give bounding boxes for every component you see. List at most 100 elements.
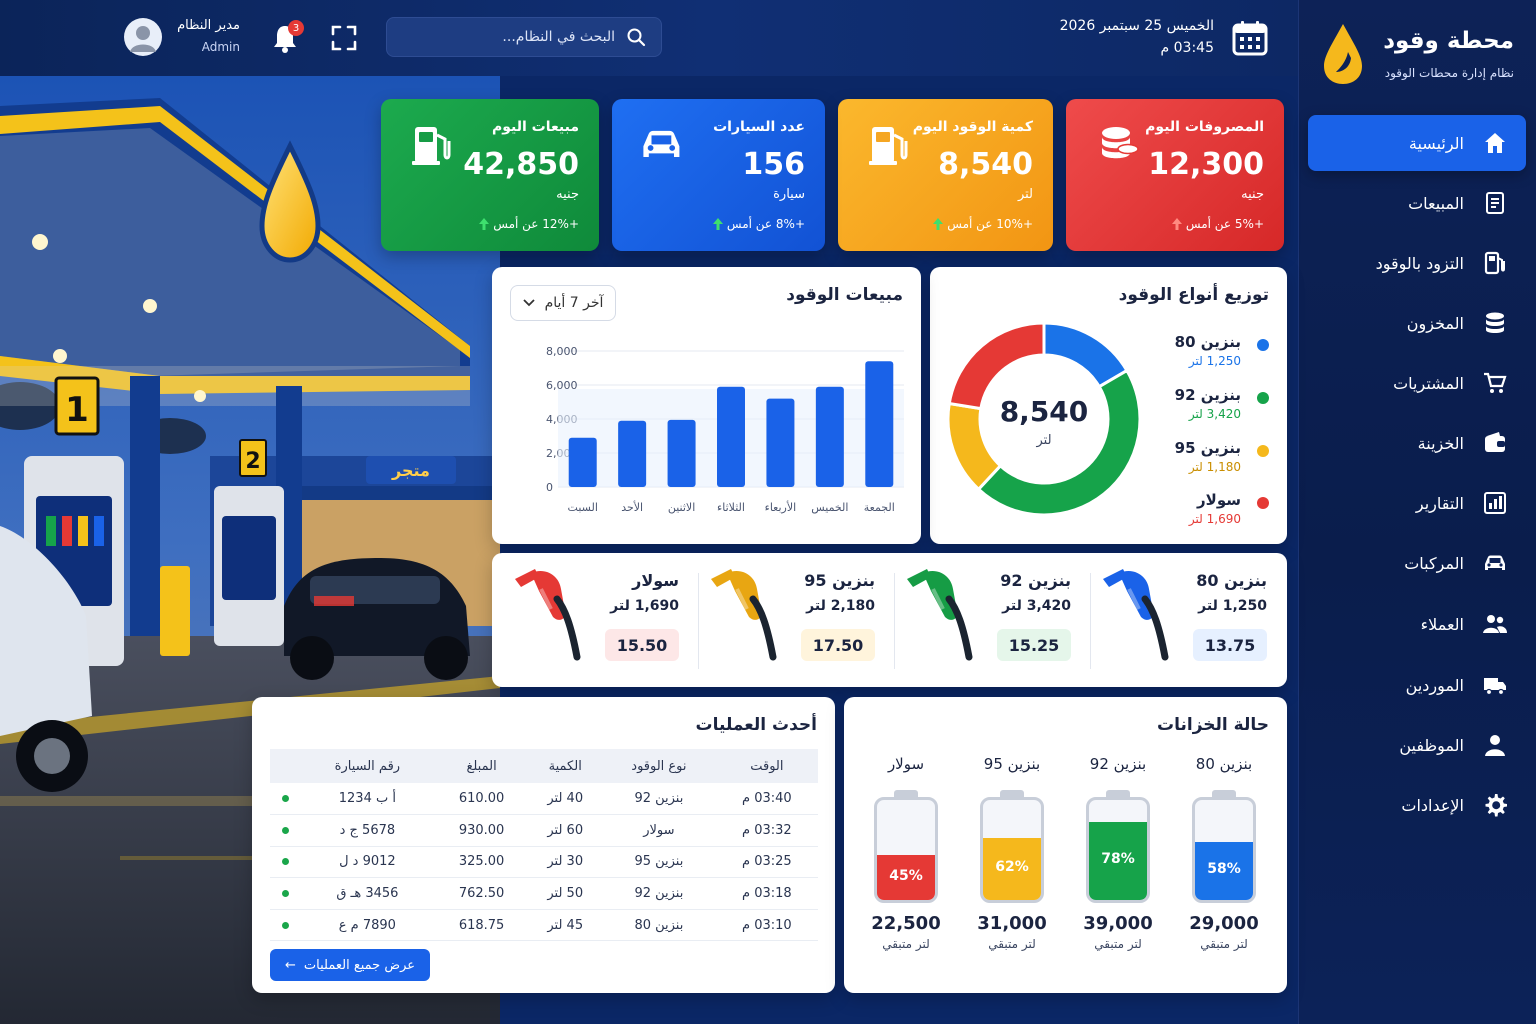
sidebar-item-10[interactable]: الموظفين — [1308, 717, 1526, 773]
table-cell: 9012 د ل — [300, 846, 435, 879]
view-all-transactions-button[interactable]: عرض جميع العمليات ← — [270, 949, 430, 981]
car-icon — [643, 130, 680, 157]
legend-value: 1,250 لتر — [1188, 354, 1241, 368]
fuel-price-card-1[interactable]: بنزين 92 3,420 لتر 15.25 — [895, 553, 1091, 687]
status-cell — [270, 877, 300, 910]
status-column-header — [270, 749, 300, 783]
sidebar-item-1[interactable]: المبيعات — [1308, 175, 1526, 231]
bar-1 — [618, 420, 647, 487]
fuel-price: 13.75 — [1204, 635, 1256, 655]
sidebar-item-6[interactable]: التقارير — [1308, 475, 1526, 531]
fuel-sales-panel: مبيعات الوقود آخر 7 أيام 02,0004,0006,00… — [492, 267, 921, 544]
search-input[interactable] — [386, 17, 662, 57]
x-tick-label: الاثنين — [668, 501, 695, 514]
column-header: رقم السيارة — [300, 749, 435, 783]
tank-liters: 22,500 — [871, 913, 941, 934]
fuel-price-card-3[interactable]: سولار 1,690 لتر 15.50 — [503, 553, 699, 687]
sidebar-item-label: الرئيسية — [1408, 133, 1464, 153]
user-menu[interactable]: مدير النظام Admin — [124, 16, 244, 60]
sidebar-item-8[interactable]: العملاء — [1308, 596, 1526, 652]
tank-1[interactable]: بنزين 92 78% 39,000 لتر متبقي — [1073, 697, 1163, 967]
kpi-card-1[interactable]: كمية الوقود اليوم 8,540 لتر +10% عن أمس — [838, 99, 1053, 251]
table-row[interactable]: 03:25 م بنزين 95 30 لتر 325.00 9012 د ل — [270, 846, 818, 879]
tank-3[interactable]: سولار 45% 22,500 لتر متبقي — [861, 697, 951, 967]
sidebar-item-0[interactable]: الرئيسية — [1308, 115, 1526, 171]
sidebar-item-3[interactable]: المخزون — [1308, 295, 1526, 351]
tank-0[interactable]: بنزين 80 58% 29,000 لتر متبقي — [1179, 697, 1269, 967]
coins-icon — [1102, 127, 1139, 159]
tank-liters: 31,000 — [977, 913, 1047, 934]
table-cell: بنزين 80 — [602, 909, 716, 942]
table-cell: 30 لتر — [528, 846, 603, 879]
fuel-price-card-0[interactable]: بنزين 80 1,250 لتر 13.75 — [1091, 553, 1287, 687]
date-range-select[interactable]: آخر 7 أيام — [510, 285, 616, 321]
sidebar-item-label: التزود بالوقود — [1375, 253, 1464, 273]
brand-title: محطة وقود — [1383, 28, 1514, 54]
chevron-down-icon — [522, 299, 535, 307]
tank-gauge: 58% — [1192, 797, 1256, 903]
user-avatar-icon — [130, 26, 156, 52]
sidebar-item-label: العملاء — [1420, 614, 1464, 634]
table-cell: 03:40 م — [715, 783, 818, 816]
sidebar-item-2[interactable]: التزود بالوقود — [1308, 235, 1526, 291]
kpi-card-2[interactable]: عدد السيارات 156 سيارة +8% عن أمس — [612, 99, 825, 251]
tank-gauge: 78% — [1086, 797, 1150, 903]
user-role: Admin — [201, 40, 240, 54]
status-dot — [281, 826, 289, 834]
fuel-distribution-panel: توزيع أنواع الوقود 8,540 لتر بنزين 80 1,2… — [930, 267, 1287, 544]
fuel-sales-bar-chart: 02,0004,0006,0008,000السبتالأحدالاثنينال… — [546, 345, 904, 514]
avatar — [124, 18, 162, 56]
fuel-price-badge: 17.50 — [801, 629, 875, 661]
table-cell: 03:10 م — [715, 909, 818, 942]
sidebar-item-9[interactable]: الموردين — [1308, 657, 1526, 713]
x-tick-label: الأربعاء — [765, 500, 797, 514]
fuel-price-card-2[interactable]: بنزين 95 2,180 لتر 17.50 — [699, 553, 895, 687]
table-row[interactable]: 03:10 م بنزين 80 45 لتر 618.75 7890 م ع — [270, 909, 818, 942]
x-tick-label: الثلاثاء — [717, 501, 745, 514]
table-cell: 40 لتر — [528, 783, 603, 816]
kpi-card-3[interactable]: مبيعات اليوم 42,850 جنيه +12% عن أمس — [381, 99, 599, 251]
view-all-label: عرض جميع العمليات — [303, 957, 415, 973]
date-time-widget: الخميس 25 سبتمبر 2026 03:45 م — [1060, 16, 1270, 62]
bar-3 — [717, 386, 745, 487]
legend-swatch — [1257, 339, 1269, 351]
fullscreen-icon[interactable] — [330, 24, 358, 52]
sidebar-item-5[interactable]: الخزينة — [1308, 415, 1526, 471]
legend-value: 1,690 لتر — [1188, 512, 1241, 526]
truck-icon — [1484, 678, 1506, 696]
fuel-sales-title: مبيعات الوقود — [786, 285, 903, 305]
kpi-change: +12% عن أمس — [479, 217, 579, 231]
tank-2[interactable]: بنزين 95 62% 31,000 لتر متبقي — [967, 697, 1057, 967]
table-row[interactable]: 03:18 م بنزين 92 50 لتر 762.50 3456 هـ ق — [270, 877, 818, 910]
search-icon[interactable] — [626, 27, 646, 47]
kpi-unit: جنيه — [556, 187, 579, 202]
table-row[interactable]: 03:40 م بنزين 92 40 لتر 610.00 أ ب 1234 — [270, 783, 818, 816]
fuel-liters: 2,180 لتر — [806, 598, 875, 614]
tank-liters: 39,000 — [1083, 913, 1153, 934]
fuel-price: 15.25 — [1008, 635, 1060, 655]
sidebar-item-11[interactable]: الإعدادات — [1308, 777, 1526, 833]
sidebar-item-7[interactable]: المركبات — [1308, 535, 1526, 591]
tank-percent: 62% — [995, 859, 1029, 875]
fuel-name: بنزين 80 — [1196, 571, 1267, 590]
sidebar-item-4[interactable]: المشتريات — [1308, 355, 1526, 411]
tank-name: بنزين 92 — [1089, 755, 1147, 773]
tank-gauge: 45% — [874, 797, 938, 903]
notification-badge: 3 — [288, 20, 304, 36]
x-tick-label: الخميس — [811, 501, 848, 514]
arrow-up-icon — [933, 218, 944, 230]
user-name: مدير النظام — [177, 18, 240, 33]
kpi-card-0[interactable]: المصروفات اليوم 12,300 جنيه +5% عن أمس — [1066, 99, 1284, 251]
table-row[interactable]: 03:32 م سولار 60 لتر 930.00 5678 ج د — [270, 814, 818, 847]
recent-transactions-panel: أحدث العمليات الوقت نوع الوقود الكمية المبل… — [252, 697, 835, 993]
tank-unit: لتر متبقي — [1200, 937, 1248, 951]
database-icon — [1486, 312, 1504, 333]
sidebar-item-label: الإعدادات — [1401, 795, 1464, 815]
notifications-button[interactable]: 3 — [271, 20, 304, 54]
pump-number-2: 2 — [245, 449, 260, 474]
tank-status-panel: حالة الخزانات بنزين 80 58% 29,000 لتر متبقي… — [844, 697, 1287, 993]
kpi-change: +5% عن أمس — [1171, 217, 1264, 231]
sidebar-item-label: المشتريات — [1393, 373, 1464, 393]
tank-name: بنزين 80 — [1195, 755, 1253, 773]
tank-name: بنزين 95 — [983, 755, 1041, 773]
